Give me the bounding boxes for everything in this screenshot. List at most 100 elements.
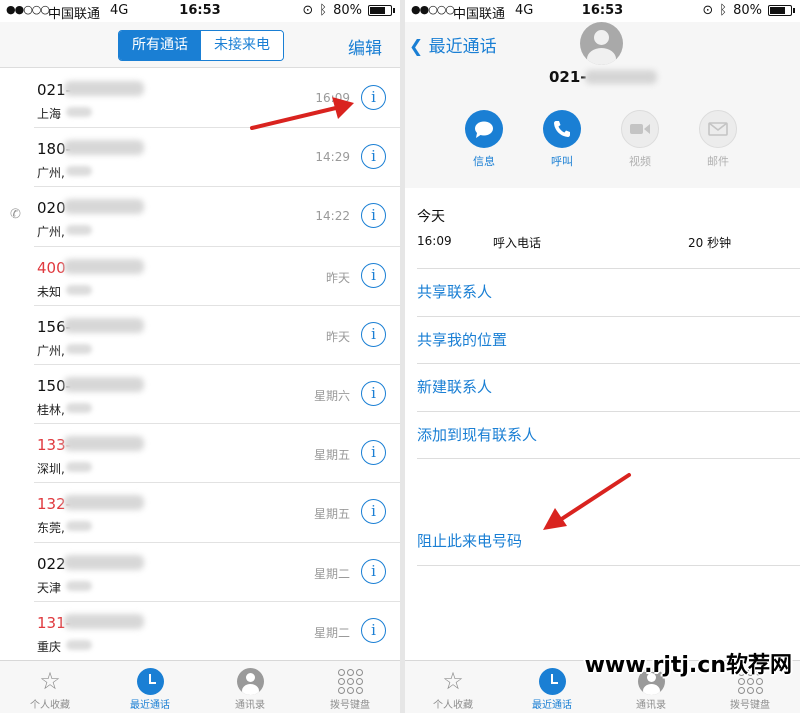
info-button[interactable]: i bbox=[361, 203, 386, 229]
tab-favorites[interactable]: ☆ 个人收藏 bbox=[5, 666, 95, 711]
call-location: 广州, bbox=[37, 343, 65, 358]
share-contact-button[interactable]: 共享联系人 bbox=[417, 269, 800, 317]
battery-icon bbox=[768, 5, 795, 16]
contact-number: 021- bbox=[549, 68, 587, 86]
rotation-lock-icon: ⊙ bbox=[702, 3, 714, 18]
call-button[interactable]: 呼叫 bbox=[533, 110, 591, 169]
watermark: www.rjtj.cn软荐网 bbox=[584, 653, 792, 678]
blurred-number bbox=[64, 554, 144, 570]
blurred-number bbox=[64, 613, 144, 629]
call-row[interactable]: 150- 桂林, 星期六 i bbox=[34, 365, 400, 425]
bluetooth-icon: ᛒ bbox=[719, 3, 728, 18]
call-time: 16:09 bbox=[315, 91, 350, 105]
action-label: 视频 bbox=[629, 155, 651, 168]
tab-favorites[interactable]: ☆ 个人收藏 bbox=[408, 666, 498, 711]
info-button[interactable]: i bbox=[361, 558, 386, 584]
star-icon: ☆ bbox=[442, 667, 464, 695]
call-row[interactable]: 156- 广州, 昨天 i bbox=[34, 306, 400, 365]
back-button[interactable]: ❮ 最近通话 bbox=[409, 32, 497, 57]
call-location: 广州, bbox=[37, 166, 65, 181]
blurred-location bbox=[66, 107, 92, 117]
blurred-location bbox=[66, 225, 92, 236]
action-label: 信息 bbox=[473, 155, 495, 168]
info-button[interactable]: i bbox=[361, 144, 386, 170]
blurred-number bbox=[64, 199, 144, 215]
call-location: 天津 bbox=[37, 580, 62, 595]
call-number: 020 bbox=[37, 199, 66, 218]
blurred-number bbox=[64, 376, 144, 392]
info-button[interactable]: i bbox=[361, 321, 386, 347]
history-duration: 20 秒钟 bbox=[688, 236, 732, 250]
call-location: 东莞, bbox=[37, 521, 65, 536]
info-button[interactable]: i bbox=[361, 617, 386, 643]
tab-label: 个人收藏 bbox=[433, 700, 473, 711]
call-number: 022 bbox=[37, 554, 66, 573]
clock-icon bbox=[538, 667, 566, 695]
call-row[interactable]: 131- 重庆 星期二 i bbox=[34, 602, 400, 661]
block-caller-button[interactable]: 阻止此来电号码 bbox=[417, 516, 800, 566]
blurred-location bbox=[66, 639, 92, 650]
edit-button[interactable]: 编辑 bbox=[348, 34, 382, 59]
video-button[interactable]: 视频 bbox=[611, 110, 669, 169]
tab-missed-calls[interactable]: 未接来电 bbox=[201, 31, 283, 60]
tab-bar: ☆ 个人收藏 最近通话 通讯录 拨号键盘 bbox=[0, 660, 400, 713]
call-time: 星期二 bbox=[313, 625, 350, 640]
history-type: 呼入电话 bbox=[493, 236, 542, 250]
star-icon: ☆ bbox=[39, 667, 61, 695]
battery-label: 80% bbox=[733, 3, 762, 18]
clock-icon bbox=[136, 667, 164, 695]
tab-recents[interactable]: 最近通话 bbox=[105, 666, 195, 711]
call-filter-segmented: 所有通话 未接来电 bbox=[118, 30, 284, 61]
message-button[interactable]: 信息 bbox=[455, 110, 513, 169]
add-to-existing-button[interactable]: 添加到现有联系人 bbox=[417, 412, 800, 459]
blurred-number bbox=[64, 81, 144, 96]
blurred-number bbox=[585, 70, 657, 84]
call-time: 星期六 bbox=[313, 388, 350, 403]
call-row[interactable]: 133- 深圳, 星期五 i bbox=[34, 424, 400, 484]
info-button[interactable]: i bbox=[361, 440, 386, 466]
tab-label: 拨号键盘 bbox=[330, 700, 370, 711]
call-row[interactable]: ✆ 020 广州, 14:22 i bbox=[10, 187, 400, 247]
create-contact-button[interactable]: 新建联系人 bbox=[417, 364, 800, 412]
call-time: 星期五 bbox=[313, 448, 350, 463]
chevron-left-icon: ❮ bbox=[409, 37, 429, 57]
blurred-location bbox=[66, 402, 92, 413]
call-row[interactable]: 021- 上海 16:09 i bbox=[34, 69, 400, 129]
message-icon bbox=[465, 110, 503, 148]
blurred-number bbox=[64, 317, 144, 333]
tab-label: 最近通话 bbox=[532, 700, 572, 711]
call-row[interactable]: 132- 东莞, 星期五 i bbox=[34, 483, 400, 543]
call-number: 400 bbox=[37, 258, 66, 277]
blurred-location bbox=[66, 284, 92, 295]
back-label: 最近通话 bbox=[428, 37, 497, 57]
tab-label: 通讯录 bbox=[636, 700, 666, 711]
recents-header: 所有通话 未接来电 编辑 bbox=[0, 22, 400, 68]
call-time: 14:29 bbox=[315, 150, 350, 165]
tab-all-calls[interactable]: 所有通话 bbox=[119, 31, 201, 60]
tab-contacts[interactable]: 通讯录 bbox=[205, 666, 295, 711]
history-day: 今天 bbox=[417, 209, 445, 225]
share-location-button[interactable]: 共享我的位置 bbox=[417, 317, 800, 364]
call-time: 14:22 bbox=[315, 209, 350, 224]
info-button[interactable]: i bbox=[361, 380, 386, 406]
blurred-location bbox=[66, 580, 92, 591]
tab-keypad[interactable]: 拨号键盘 bbox=[305, 666, 395, 711]
battery-icon bbox=[368, 5, 395, 16]
tab-recents[interactable]: 最近通话 bbox=[507, 666, 597, 711]
blurred-location bbox=[66, 343, 92, 354]
mail-button[interactable]: 邮件 bbox=[689, 110, 747, 169]
status-bar: ●●○○○ 中国联通 4G 16:53 ⊙ ᛒ 80% bbox=[0, 0, 400, 22]
call-list: 021- 上海 16:09 i 180- 广州, 14:29 i ✆ 020 广州, 14:22 i 40… bbox=[0, 69, 400, 661]
history-time: 16:09 bbox=[417, 234, 452, 248]
call-row[interactable]: 400 未知 昨天 i bbox=[34, 247, 400, 306]
blurred-number bbox=[64, 495, 144, 511]
info-button[interactable]: i bbox=[361, 499, 386, 525]
contact-header: ❮ 最近通话 021- 信息 呼叫 视频 邮件 bbox=[405, 22, 800, 188]
call-location: 未知 bbox=[37, 284, 62, 299]
info-button[interactable]: i bbox=[361, 85, 386, 110]
info-button[interactable]: i bbox=[361, 262, 386, 288]
bluetooth-icon: ᛒ bbox=[319, 3, 328, 18]
battery-label: 80% bbox=[333, 3, 362, 18]
call-row[interactable]: 180- 广州, 14:29 i bbox=[34, 128, 400, 188]
call-row[interactable]: 022 天津 星期二 i bbox=[34, 543, 400, 602]
